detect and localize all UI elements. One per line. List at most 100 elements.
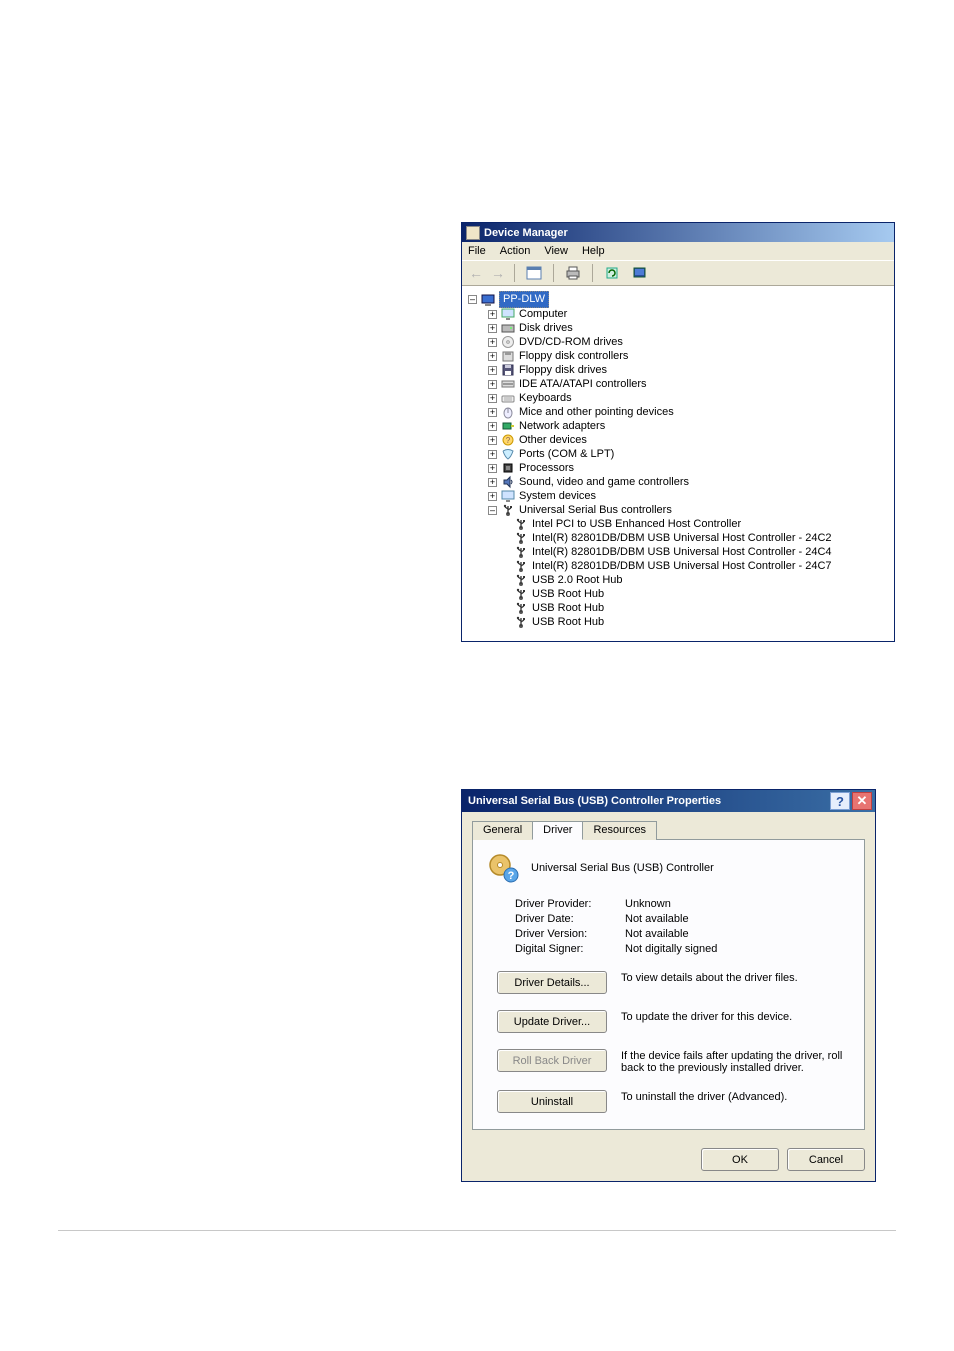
ok-button[interactable]: OK <box>701 1148 779 1171</box>
refresh-icon[interactable] <box>601 262 623 284</box>
tree-item-usb-device[interactable]: USB Root Hub <box>466 601 890 615</box>
tree-category[interactable]: Disk drives <box>466 321 890 335</box>
uninstall-button[interactable]: Uninstall <box>497 1090 607 1113</box>
floppctrl-icon <box>501 349 515 363</box>
tree-item-usb-device[interactable]: Intel(R) 82801DB/DBM USB Universal Host … <box>466 545 890 559</box>
scan-hardware-icon[interactable] <box>629 262 651 284</box>
tree-item-label: Universal Serial Bus controllers <box>519 503 672 517</box>
help-icon[interactable]: ? <box>830 792 850 810</box>
close-icon[interactable]: ✕ <box>852 792 872 810</box>
tree-category[interactable]: Computer <box>466 307 890 321</box>
tree-category[interactable]: Network adapters <box>466 419 890 433</box>
tree-category-usb[interactable]: Universal Serial Bus controllers <box>466 503 890 517</box>
expander-icon[interactable] <box>488 422 497 431</box>
app-icon <box>466 226 480 240</box>
expander-icon[interactable] <box>488 394 497 403</box>
tree-category[interactable]: System devices <box>466 489 890 503</box>
tree-item-label: Intel PCI to USB Enhanced Host Controlle… <box>532 517 741 531</box>
tab-panel-driver: ? Universal Serial Bus (USB) Controller … <box>472 839 865 1130</box>
tree-item-label: Sound, video and game controllers <box>519 475 689 489</box>
tree-item-label: Intel(R) 82801DB/DBM USB Universal Host … <box>532 545 832 559</box>
disk-icon <box>501 321 515 335</box>
uninstall-desc: To uninstall the driver (Advanced). <box>621 1090 850 1103</box>
back-button[interactable]: ← <box>468 265 484 281</box>
tree-item-label: Intel(R) 82801DB/DBM USB Universal Host … <box>532 531 832 545</box>
rollback-driver-button[interactable]: Roll Back Driver <box>497 1049 607 1072</box>
tab-driver[interactable]: Driver <box>532 821 583 840</box>
device-tree[interactable]: PP-DLW ComputerDisk drivesDVD/CD-ROM dri… <box>462 286 894 641</box>
tree-item-label: Floppy disk drives <box>519 363 607 377</box>
tree-category[interactable]: Mice and other pointing devices <box>466 405 890 419</box>
tree-item-usb-device[interactable]: USB Root Hub <box>466 587 890 601</box>
expander-icon[interactable] <box>488 380 497 389</box>
menu-view[interactable]: View <box>544 245 568 257</box>
tree-category[interactable]: Ports (COM & LPT) <box>466 447 890 461</box>
expander-icon[interactable] <box>488 324 497 333</box>
rollback-driver-desc: If the device fails after updating the d… <box>621 1049 850 1074</box>
tree-category[interactable]: Floppy disk drives <box>466 363 890 377</box>
forward-button[interactable]: → <box>490 265 506 281</box>
expander-icon[interactable] <box>488 492 497 501</box>
tree-item-usb-device[interactable]: USB Root Hub <box>466 615 890 629</box>
tree-item-usb-device[interactable]: Intel(R) 82801DB/DBM USB Universal Host … <box>466 559 890 573</box>
tree-category[interactable]: Sound, video and game controllers <box>466 475 890 489</box>
expander-icon[interactable] <box>488 408 497 417</box>
driver-details-button[interactable]: Driver Details... <box>497 971 607 994</box>
sound-icon <box>501 475 515 489</box>
value-driver-version: Not available <box>625 928 689 940</box>
usb-icon <box>514 587 528 601</box>
tree-root-node[interactable]: PP-DLW <box>466 292 890 307</box>
tree-category[interactable]: Floppy disk controllers <box>466 349 890 363</box>
expander-icon[interactable] <box>488 436 497 445</box>
tree-item-label: Ports (COM & LPT) <box>519 447 614 461</box>
tree-item-label: IDE ATA/ATAPI controllers <box>519 377 647 391</box>
tree-category[interactable]: IDE ATA/ATAPI controllers <box>466 377 890 391</box>
tab-strip: General Driver Resources <box>472 820 865 839</box>
menu-help[interactable]: Help <box>582 245 605 257</box>
sys-icon <box>501 489 515 503</box>
tree-category[interactable]: ?Other devices <box>466 433 890 447</box>
update-driver-desc: To update the driver for this device. <box>621 1010 850 1023</box>
tree-item-label: USB 2.0 Root Hub <box>532 573 623 587</box>
usb-icon <box>514 615 528 629</box>
expander-icon[interactable] <box>488 310 497 319</box>
print-icon[interactable] <box>562 262 584 284</box>
tree-item-usb-device[interactable]: Intel(R) 82801DB/DBM USB Universal Host … <box>466 531 890 545</box>
menu-action[interactable]: Action <box>500 245 531 257</box>
dialog-title: Universal Serial Bus (USB) Controller Pr… <box>468 795 721 807</box>
tab-resources[interactable]: Resources <box>582 821 657 840</box>
cancel-button[interactable]: Cancel <box>787 1148 865 1171</box>
label-driver-version: Driver Version: <box>515 928 625 940</box>
other-icon: ? <box>501 433 515 447</box>
tree-category[interactable]: Processors <box>466 461 890 475</box>
expander-icon[interactable] <box>468 295 477 304</box>
expander-icon[interactable] <box>488 478 497 487</box>
tree-item-usb-device[interactable]: USB 2.0 Root Hub <box>466 573 890 587</box>
expander-icon[interactable] <box>488 464 497 473</box>
tree-category[interactable]: Keyboards <box>466 391 890 405</box>
expander-icon[interactable] <box>488 338 497 347</box>
usb-icon <box>514 559 528 573</box>
monitor-icon <box>501 307 515 321</box>
tree-category[interactable]: DVD/CD-ROM drives <box>466 335 890 349</box>
tree-item-label: Floppy disk controllers <box>519 349 628 363</box>
tree-item-usb-device[interactable]: Intel PCI to USB Enhanced Host Controlle… <box>466 517 890 531</box>
title-bar[interactable]: Universal Serial Bus (USB) Controller Pr… <box>462 790 875 812</box>
label-driver-provider: Driver Provider: <box>515 898 625 910</box>
tree-item-label: Disk drives <box>519 321 573 335</box>
properties-dialog: Universal Serial Bus (USB) Controller Pr… <box>461 789 876 1182</box>
menu-file[interactable]: File <box>468 245 486 257</box>
update-driver-button[interactable]: Update Driver... <box>497 1010 607 1033</box>
value-driver-date: Not available <box>625 913 689 925</box>
cpu-icon <box>501 461 515 475</box>
expander-icon[interactable] <box>488 506 497 515</box>
expander-icon[interactable] <box>488 352 497 361</box>
expander-icon[interactable] <box>488 366 497 375</box>
title-bar[interactable]: Device Manager <box>462 223 894 242</box>
properties-icon[interactable] <box>523 262 545 284</box>
usb-icon <box>514 517 528 531</box>
expander-icon[interactable] <box>488 450 497 459</box>
kbd-icon <box>501 391 515 405</box>
value-driver-provider: Unknown <box>625 898 671 910</box>
tab-general[interactable]: General <box>472 821 533 840</box>
